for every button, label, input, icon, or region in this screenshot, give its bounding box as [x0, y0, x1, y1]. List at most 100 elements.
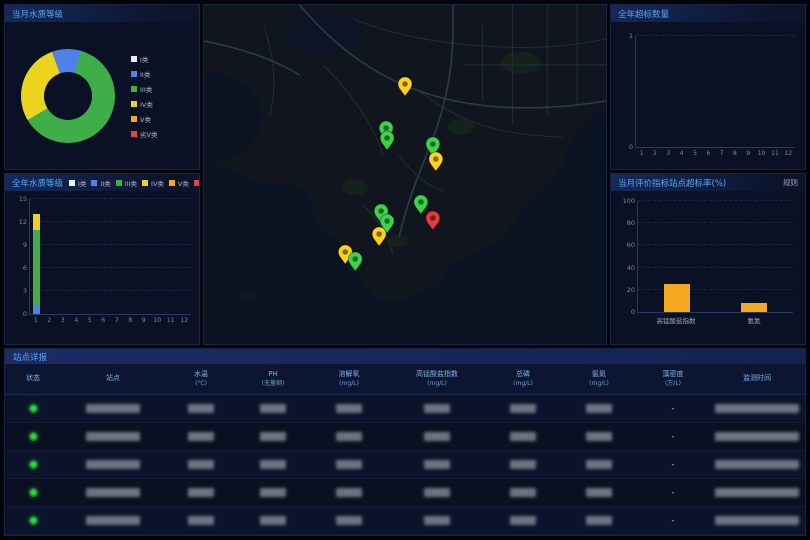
y-axis-tick: 9 — [11, 241, 27, 249]
table-cell — [237, 432, 309, 441]
status-indicator — [29, 488, 38, 497]
stacked-bar[interactable] — [33, 199, 40, 314]
legend-swatch — [131, 56, 137, 62]
table-cell — [5, 516, 61, 525]
table-cell — [165, 460, 237, 469]
x-axis-tick: 11 — [164, 315, 178, 324]
legend-item[interactable]: II类 — [91, 178, 110, 188]
redacted-value — [715, 404, 799, 413]
city-map[interactable] — [204, 5, 606, 344]
panel-title-year-grade: 全年水质等级 — [12, 177, 63, 189]
stacked-bar[interactable] — [167, 199, 174, 314]
panel-year-exceed: 全年超标数量 01 123456789101112 — [610, 4, 806, 170]
status-indicator — [29, 432, 38, 441]
stacked-bar[interactable] — [127, 199, 134, 314]
map-bay-north — [282, 13, 362, 53]
redacted-value — [336, 432, 362, 441]
bar[interactable] — [664, 284, 690, 312]
year-exceed-chart[interactable]: 01 123456789101112 — [611, 36, 805, 157]
legend-item[interactable]: I类 — [69, 178, 86, 188]
table-cell — [561, 488, 637, 497]
legend-item[interactable]: III类 — [116, 178, 137, 188]
table-row[interactable]: - — [5, 395, 805, 423]
x-axis-tick: 5 — [688, 148, 701, 157]
legend-swatch — [69, 180, 75, 186]
redacted-value — [586, 404, 612, 413]
redacted-value — [336, 404, 362, 413]
legend-swatch — [131, 131, 137, 137]
redacted-value — [260, 404, 286, 413]
table-cell — [61, 404, 165, 413]
legend-item[interactable]: IV类 — [131, 99, 157, 109]
stacked-bar[interactable] — [114, 199, 121, 314]
stacked-bar[interactable] — [47, 199, 54, 314]
redacted-value — [260, 488, 286, 497]
redacted-value — [86, 432, 140, 441]
map-islet — [445, 299, 453, 304]
legend-swatch — [131, 71, 137, 77]
stacked-bar[interactable] — [60, 199, 67, 314]
table-cell — [389, 404, 485, 413]
redacted-value — [424, 432, 450, 441]
month-grade-donut[interactable] — [21, 49, 115, 143]
map-island — [239, 290, 257, 300]
legend-swatch — [131, 86, 137, 92]
stacked-bar[interactable] — [154, 199, 161, 314]
table-cell — [165, 432, 237, 441]
stacked-bar[interactable] — [100, 199, 107, 314]
legend-item[interactable]: V类 — [131, 114, 157, 124]
redacted-value — [510, 460, 536, 469]
bar[interactable] — [741, 303, 767, 312]
redacted-value — [260, 516, 286, 525]
table-cell: - — [637, 488, 709, 497]
stacked-bar[interactable] — [181, 199, 188, 314]
x-axis-tick: 10 — [151, 315, 165, 324]
column-header: PH(无量纲) — [237, 370, 309, 388]
legend-item[interactable]: IV类 — [142, 178, 164, 188]
table-cell — [237, 404, 309, 413]
table-cell — [485, 488, 561, 497]
legend-item[interactable]: III类 — [131, 84, 157, 94]
legend-label: V类 — [178, 178, 189, 188]
x-axis-tick: 7 — [715, 148, 728, 157]
table-cell — [309, 432, 389, 441]
legend-item[interactable]: 劣V类 — [131, 129, 157, 139]
table-row[interactable]: - — [5, 479, 805, 507]
table-row[interactable]: - — [5, 451, 805, 479]
x-axis-tick: 11 — [768, 148, 781, 157]
table-cell — [709, 460, 805, 469]
table-row[interactable]: - — [5, 423, 805, 451]
redacted-value — [336, 516, 362, 525]
y-axis-tick: 3 — [11, 287, 27, 295]
legend-item[interactable]: V类 — [169, 178, 189, 188]
table-body: ----- — [5, 395, 805, 535]
redacted-value — [260, 460, 286, 469]
y-axis-tick: 0 — [617, 143, 633, 151]
legend-item[interactable]: I类 — [131, 54, 157, 64]
stacked-bar[interactable] — [73, 199, 80, 314]
table-header-row: 状态站点水温(°C)PH(无量纲)溶解氧(mg/L)高锰酸盐指数(mg/L)总磷… — [5, 364, 805, 395]
legend-item[interactable]: 劣V类 — [194, 178, 200, 188]
column-header: 水温(°C) — [165, 370, 237, 388]
stacked-bar[interactable] — [141, 199, 148, 314]
x-axis-tick: 1 — [635, 148, 648, 157]
month-rate-chart[interactable]: 020406080100 高锰酸盐指数氨氮 — [611, 201, 805, 325]
redacted-value — [86, 516, 140, 525]
table-cell — [485, 516, 561, 525]
redacted-value — [715, 432, 799, 441]
panel-title-year-exceed: 全年超标数量 — [618, 8, 669, 20]
redacted-value — [188, 404, 214, 413]
stacked-bar[interactable] — [87, 199, 94, 314]
x-axis-tick: 高锰酸盐指数 — [637, 313, 715, 325]
year-grade-chart[interactable]: 03691215 123456789101112 — [5, 199, 199, 324]
year-grade-legend: I类 II类 III类 IV类 V类劣V类 — [69, 178, 200, 188]
table-row[interactable]: - — [5, 507, 805, 535]
column-header: 站点 — [61, 374, 165, 383]
legend-label: III类 — [140, 84, 152, 94]
rules-link[interactable]: 规则 — [783, 177, 798, 188]
redacted-value — [715, 516, 799, 525]
map-panel[interactable] — [203, 4, 607, 345]
legend-item[interactable]: II类 — [131, 69, 157, 79]
y-axis-tick: 80 — [619, 219, 635, 227]
redacted-value — [86, 488, 140, 497]
